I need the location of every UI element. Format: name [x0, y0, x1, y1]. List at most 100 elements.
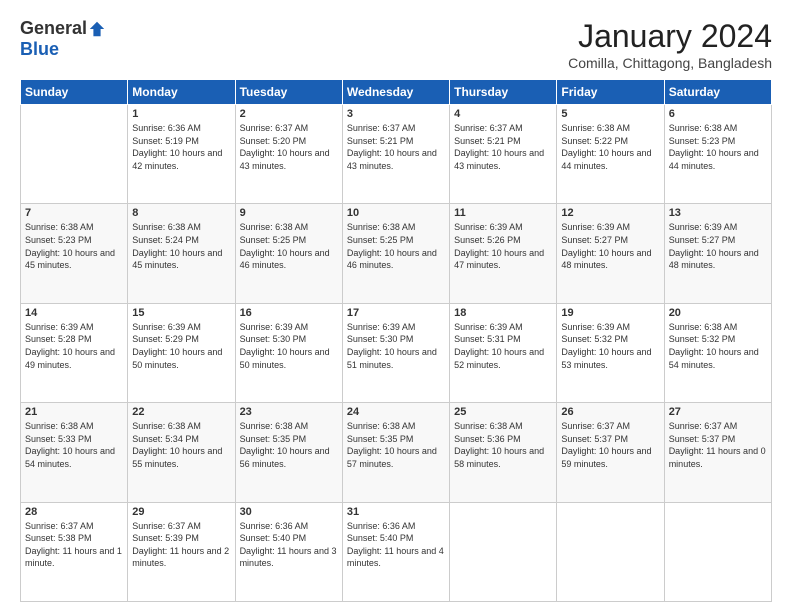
calendar-cell: 16 Sunrise: 6:39 AMSunset: 5:30 PMDayligh… [235, 303, 342, 402]
title-block: January 2024 Comilla, Chittagong, Bangla… [568, 18, 772, 71]
day-info: Sunrise: 6:38 AMSunset: 5:35 PMDaylight:… [240, 420, 338, 470]
weekday-header-wednesday: Wednesday [342, 80, 449, 105]
calendar-cell: 5 Sunrise: 6:38 AMSunset: 5:22 PMDaylight… [557, 105, 664, 204]
calendar-table: SundayMondayTuesdayWednesdayThursdayFrid… [20, 79, 772, 602]
calendar-week-row: 14 Sunrise: 6:39 AMSunset: 5:28 PMDayligh… [21, 303, 772, 402]
calendar-cell: 24 Sunrise: 6:38 AMSunset: 5:35 PMDayligh… [342, 403, 449, 502]
day-number: 30 [240, 506, 338, 518]
location: Comilla, Chittagong, Bangladesh [568, 55, 772, 71]
day-number: 22 [132, 406, 230, 418]
calendar-cell: 31 Sunrise: 6:36 AMSunset: 5:40 PMDayligh… [342, 502, 449, 601]
calendar-cell: 26 Sunrise: 6:37 AMSunset: 5:37 PMDayligh… [557, 403, 664, 502]
day-number: 9 [240, 207, 338, 219]
day-number: 15 [132, 307, 230, 319]
calendar-cell: 10 Sunrise: 6:38 AMSunset: 5:25 PMDayligh… [342, 204, 449, 303]
logo-icon [88, 20, 106, 38]
calendar-cell: 23 Sunrise: 6:38 AMSunset: 5:35 PMDayligh… [235, 403, 342, 502]
calendar-cell [664, 502, 771, 601]
calendar-cell: 7 Sunrise: 6:38 AMSunset: 5:23 PMDaylight… [21, 204, 128, 303]
calendar-cell: 30 Sunrise: 6:36 AMSunset: 5:40 PMDayligh… [235, 502, 342, 601]
day-info: Sunrise: 6:37 AMSunset: 5:38 PMDaylight:… [25, 520, 123, 570]
day-info: Sunrise: 6:38 AMSunset: 5:24 PMDaylight:… [132, 221, 230, 271]
calendar-cell: 25 Sunrise: 6:38 AMSunset: 5:36 PMDayligh… [450, 403, 557, 502]
calendar-week-row: 21Sunrise: 6:38 AMSunset: 5:33 PMDayligh… [21, 403, 772, 502]
calendar-cell: 1 Sunrise: 6:36 AMSunset: 5:19 PMDaylight… [128, 105, 235, 204]
day-number: 16 [240, 307, 338, 319]
day-info: Sunrise: 6:39 AMSunset: 5:30 PMDaylight:… [347, 321, 445, 371]
day-number: 11 [454, 207, 552, 219]
day-info: Sunrise: 6:37 AMSunset: 5:21 PMDaylight:… [347, 122, 445, 172]
day-info: Sunrise: 6:38 AMSunset: 5:25 PMDaylight:… [240, 221, 338, 271]
day-number: 24 [347, 406, 445, 418]
day-info: Sunrise: 6:37 AMSunset: 5:37 PMDaylight:… [561, 420, 659, 470]
day-info: Sunrise: 6:36 AMSunset: 5:19 PMDaylight:… [132, 122, 230, 172]
day-number: 8 [132, 207, 230, 219]
calendar-cell [450, 502, 557, 601]
day-number: 2 [240, 108, 338, 120]
day-info: Sunrise: 6:37 AMSunset: 5:21 PMDaylight:… [454, 122, 552, 172]
day-info: Sunrise: 6:39 AMSunset: 5:26 PMDaylight:… [454, 221, 552, 271]
day-info: Sunrise: 6:38 AMSunset: 5:34 PMDaylight:… [132, 420, 230, 470]
day-number: 5 [561, 108, 659, 120]
day-info: Sunrise: 6:37 AMSunset: 5:20 PMDaylight:… [240, 122, 338, 172]
day-info: Sunrise: 6:38 AMSunset: 5:32 PMDaylight:… [669, 321, 767, 371]
calendar-cell: 8 Sunrise: 6:38 AMSunset: 5:24 PMDaylight… [128, 204, 235, 303]
day-number: 7 [25, 207, 123, 219]
day-number: 10 [347, 207, 445, 219]
day-info: Sunrise: 6:38 AMSunset: 5:23 PMDaylight:… [25, 221, 123, 271]
calendar-week-row: 1 Sunrise: 6:36 AMSunset: 5:19 PMDaylight… [21, 105, 772, 204]
day-number: 23 [240, 406, 338, 418]
day-info: Sunrise: 6:38 AMSunset: 5:33 PMDaylight:… [25, 420, 123, 470]
day-info: Sunrise: 6:39 AMSunset: 5:31 PMDaylight:… [454, 321, 552, 371]
day-number: 28 [25, 506, 123, 518]
day-info: Sunrise: 6:36 AMSunset: 5:40 PMDaylight:… [347, 520, 445, 570]
day-number: 31 [347, 506, 445, 518]
day-info: Sunrise: 6:38 AMSunset: 5:25 PMDaylight:… [347, 221, 445, 271]
calendar-cell: 17Sunrise: 6:39 AMSunset: 5:30 PMDayligh… [342, 303, 449, 402]
day-info: Sunrise: 6:39 AMSunset: 5:27 PMDaylight:… [561, 221, 659, 271]
day-number: 29 [132, 506, 230, 518]
weekday-header-saturday: Saturday [664, 80, 771, 105]
calendar-cell: 4Sunrise: 6:37 AMSunset: 5:21 PMDaylight… [450, 105, 557, 204]
logo-general-text: General [20, 18, 87, 39]
day-number: 1 [132, 108, 230, 120]
page: General Blue January 2024 Comilla, Chitt… [0, 0, 792, 612]
calendar-week-row: 7 Sunrise: 6:38 AMSunset: 5:23 PMDaylight… [21, 204, 772, 303]
day-info: Sunrise: 6:38 AMSunset: 5:22 PMDaylight:… [561, 122, 659, 172]
day-number: 27 [669, 406, 767, 418]
calendar-cell: 9 Sunrise: 6:38 AMSunset: 5:25 PMDaylight… [235, 204, 342, 303]
calendar-cell: 6Sunrise: 6:38 AMSunset: 5:23 PMDaylight… [664, 105, 771, 204]
day-info: Sunrise: 6:39 AMSunset: 5:30 PMDaylight:… [240, 321, 338, 371]
day-info: Sunrise: 6:39 AMSunset: 5:27 PMDaylight:… [669, 221, 767, 271]
day-number: 26 [561, 406, 659, 418]
calendar-cell: 22 Sunrise: 6:38 AMSunset: 5:34 PMDayligh… [128, 403, 235, 502]
day-info: Sunrise: 6:38 AMSunset: 5:36 PMDaylight:… [454, 420, 552, 470]
day-info: Sunrise: 6:39 AMSunset: 5:28 PMDaylight:… [25, 321, 123, 371]
calendar-cell: 20 Sunrise: 6:38 AMSunset: 5:32 PMDayligh… [664, 303, 771, 402]
day-number: 14 [25, 307, 123, 319]
weekday-header-friday: Friday [557, 80, 664, 105]
logo-blue-text: Blue [20, 39, 59, 59]
day-number: 13 [669, 207, 767, 219]
day-info: Sunrise: 6:38 AMSunset: 5:23 PMDaylight:… [669, 122, 767, 172]
calendar-cell [557, 502, 664, 601]
weekday-header-sunday: Sunday [21, 80, 128, 105]
day-number: 12 [561, 207, 659, 219]
weekday-header-monday: Monday [128, 80, 235, 105]
day-info: Sunrise: 6:36 AMSunset: 5:40 PMDaylight:… [240, 520, 338, 570]
calendar-week-row: 28 Sunrise: 6:37 AMSunset: 5:38 PMDayligh… [21, 502, 772, 601]
weekday-header-thursday: Thursday [450, 80, 557, 105]
day-info: Sunrise: 6:38 AMSunset: 5:35 PMDaylight:… [347, 420, 445, 470]
calendar-cell: 21Sunrise: 6:38 AMSunset: 5:33 PMDayligh… [21, 403, 128, 502]
day-info: Sunrise: 6:39 AMSunset: 5:29 PMDaylight:… [132, 321, 230, 371]
calendar-cell: 18Sunrise: 6:39 AMSunset: 5:31 PMDayligh… [450, 303, 557, 402]
calendar-cell: 2 Sunrise: 6:37 AMSunset: 5:20 PMDaylight… [235, 105, 342, 204]
weekday-header-row: SundayMondayTuesdayWednesdayThursdayFrid… [21, 80, 772, 105]
calendar-cell: 11 Sunrise: 6:39 AMSunset: 5:26 PMDayligh… [450, 204, 557, 303]
calendar-cell: 12 Sunrise: 6:39 AMSunset: 5:27 PMDayligh… [557, 204, 664, 303]
day-info: Sunrise: 6:39 AMSunset: 5:32 PMDaylight:… [561, 321, 659, 371]
day-number: 25 [454, 406, 552, 418]
day-info: Sunrise: 6:37 AMSunset: 5:39 PMDaylight:… [132, 520, 230, 570]
day-number: 20 [669, 307, 767, 319]
calendar-cell: 3Sunrise: 6:37 AMSunset: 5:21 PMDaylight… [342, 105, 449, 204]
